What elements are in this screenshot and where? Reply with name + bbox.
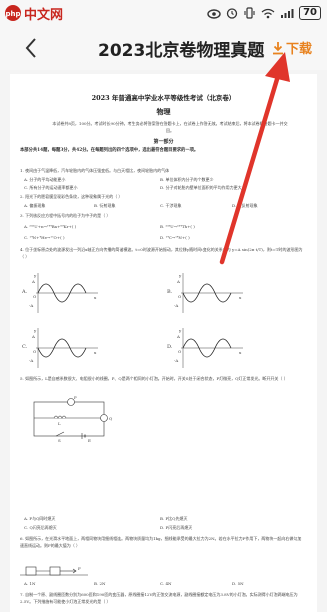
red-arrow-annotation — [219, 52, 290, 265]
